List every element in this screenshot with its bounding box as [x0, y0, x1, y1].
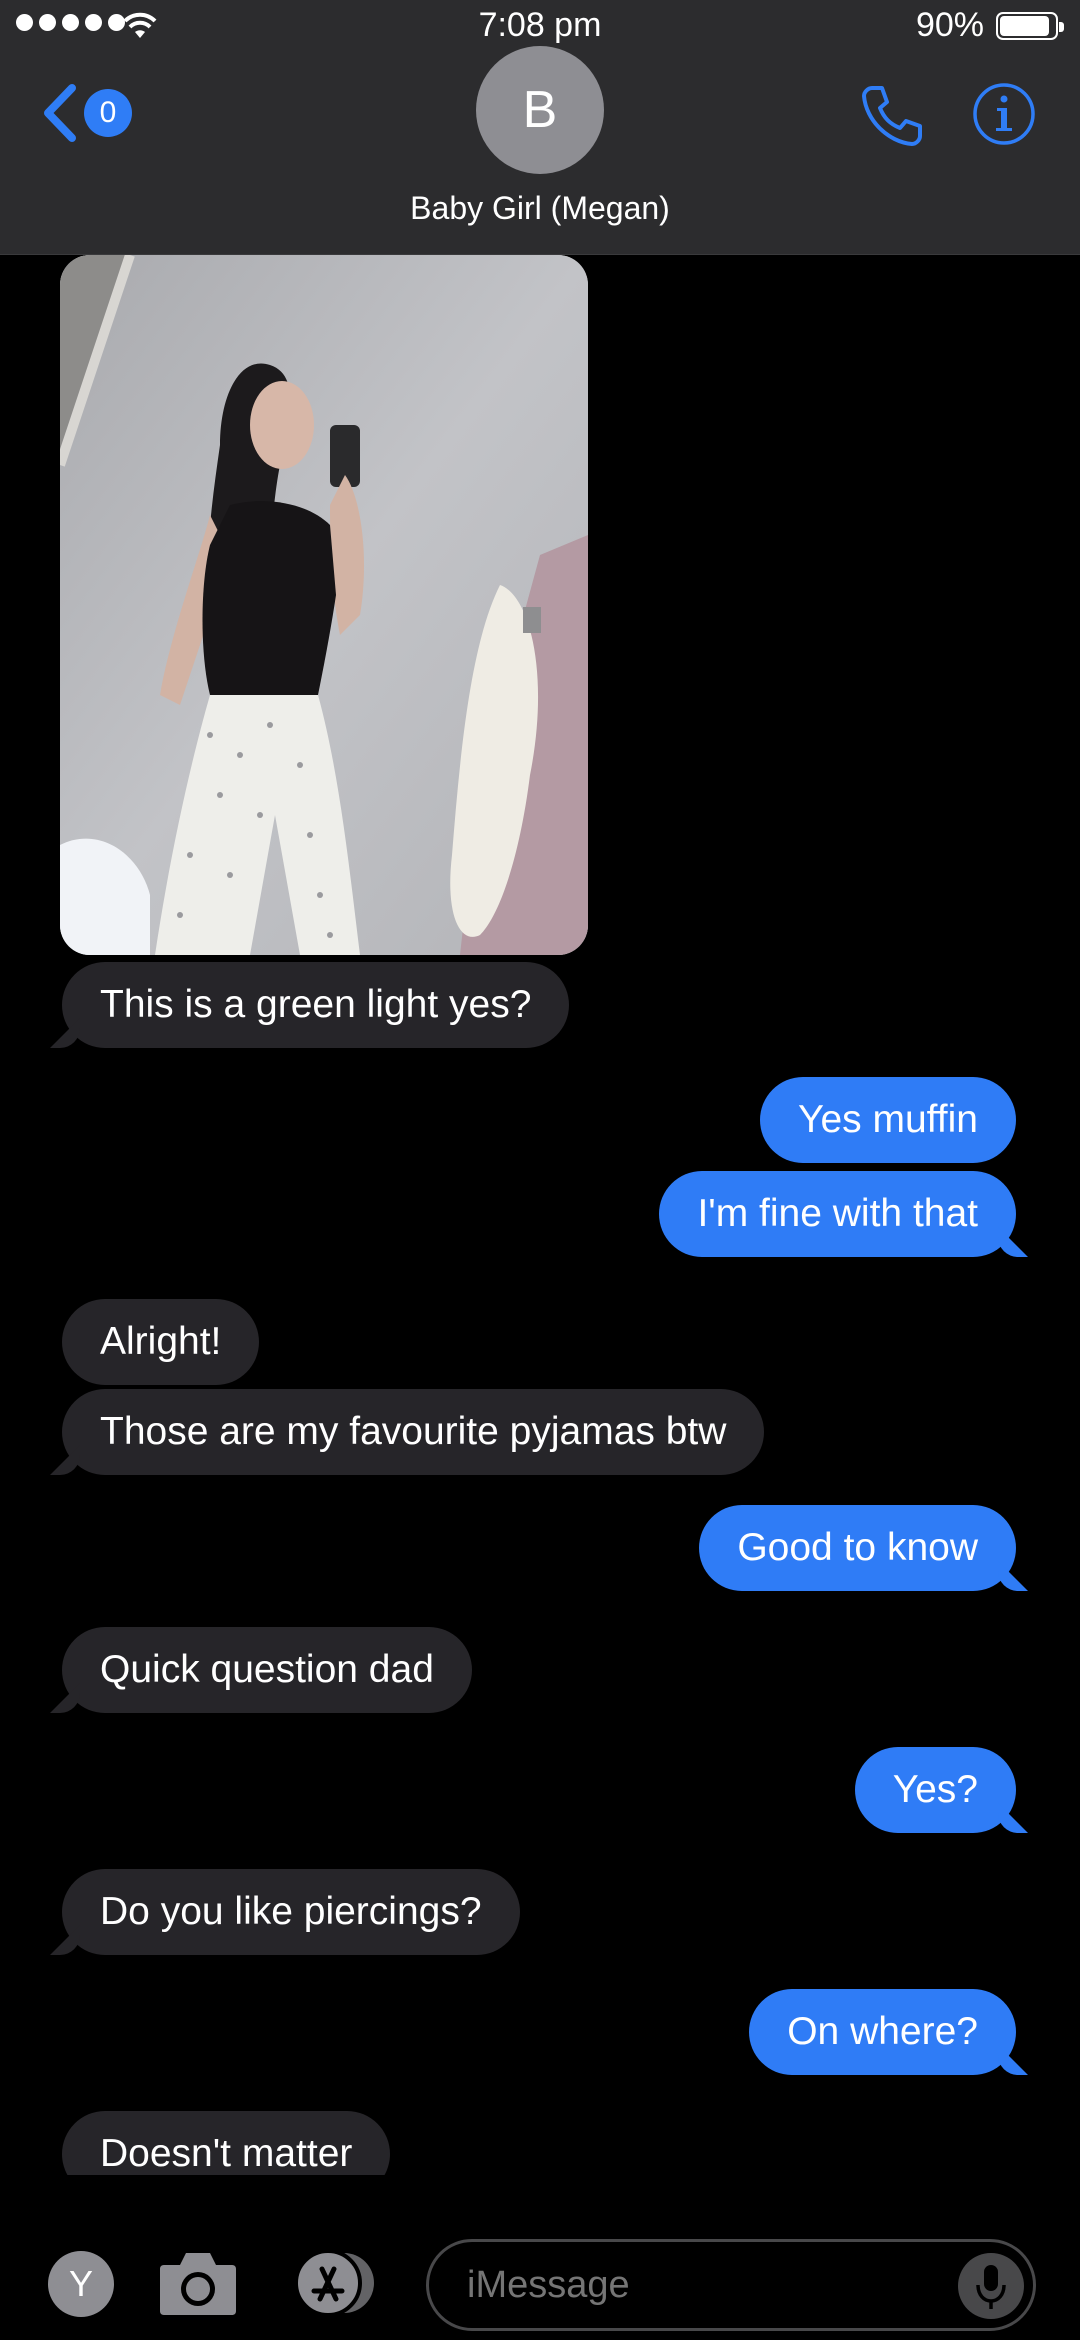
mirror-selfie-image — [60, 255, 588, 955]
phone-call-icon[interactable] — [858, 82, 926, 150]
message-thread[interactable]: This is a green light yes? Yes muffin I'm … — [0, 255, 1080, 2175]
conversation-header: 7:08 pm 90% 0 B Baby Girl (Megan) — [0, 0, 1080, 255]
received-message-bubble[interactable]: This is a green light yes? — [62, 962, 570, 1048]
app-drawer-button[interactable]: Y — [48, 2251, 114, 2317]
sent-message-bubble[interactable]: On where? — [749, 1989, 1016, 2075]
microphone-icon — [976, 2265, 1006, 2309]
contact-avatar[interactable]: B — [476, 46, 604, 174]
received-message-bubble[interactable]: Quick question dad — [62, 1627, 472, 1713]
battery-icon — [996, 12, 1064, 40]
back-button[interactable]: 0 — [40, 82, 132, 144]
status-bar: 7:08 pm 90% — [0, 0, 1080, 50]
sent-message-bubble[interactable]: Yes muffin — [760, 1077, 1016, 1163]
sent-message-bubble[interactable]: I'm fine with that — [659, 1171, 1016, 1257]
camera-icon[interactable] — [158, 2247, 238, 2319]
app-store-icon[interactable] — [290, 2247, 382, 2319]
compose-bar: Y — [0, 2175, 1080, 2340]
message-input[interactable] — [426, 2239, 1036, 2331]
received-message-bubble[interactable]: Do you like piercings? — [62, 1869, 520, 1955]
received-photo[interactable] — [60, 255, 588, 955]
dictation-button[interactable] — [958, 2253, 1024, 2319]
received-message-bubble[interactable]: Doesn't matter — [62, 2111, 391, 2175]
contact-name[interactable]: Baby Girl (Megan) — [0, 190, 1080, 227]
battery-percentage: 90% — [915, 6, 984, 44]
sent-message-bubble[interactable]: Good to know — [699, 1505, 1016, 1591]
info-icon[interactable] — [972, 82, 1036, 146]
chevron-left-icon — [44, 84, 76, 142]
received-message-bubble[interactable]: Those are my favourite pyjamas btw — [62, 1389, 765, 1475]
received-message-bubble[interactable]: Alright! — [62, 1299, 260, 1385]
unread-count-badge: 0 — [84, 89, 132, 137]
sent-message-bubble[interactable]: Yes? — [854, 1747, 1016, 1833]
